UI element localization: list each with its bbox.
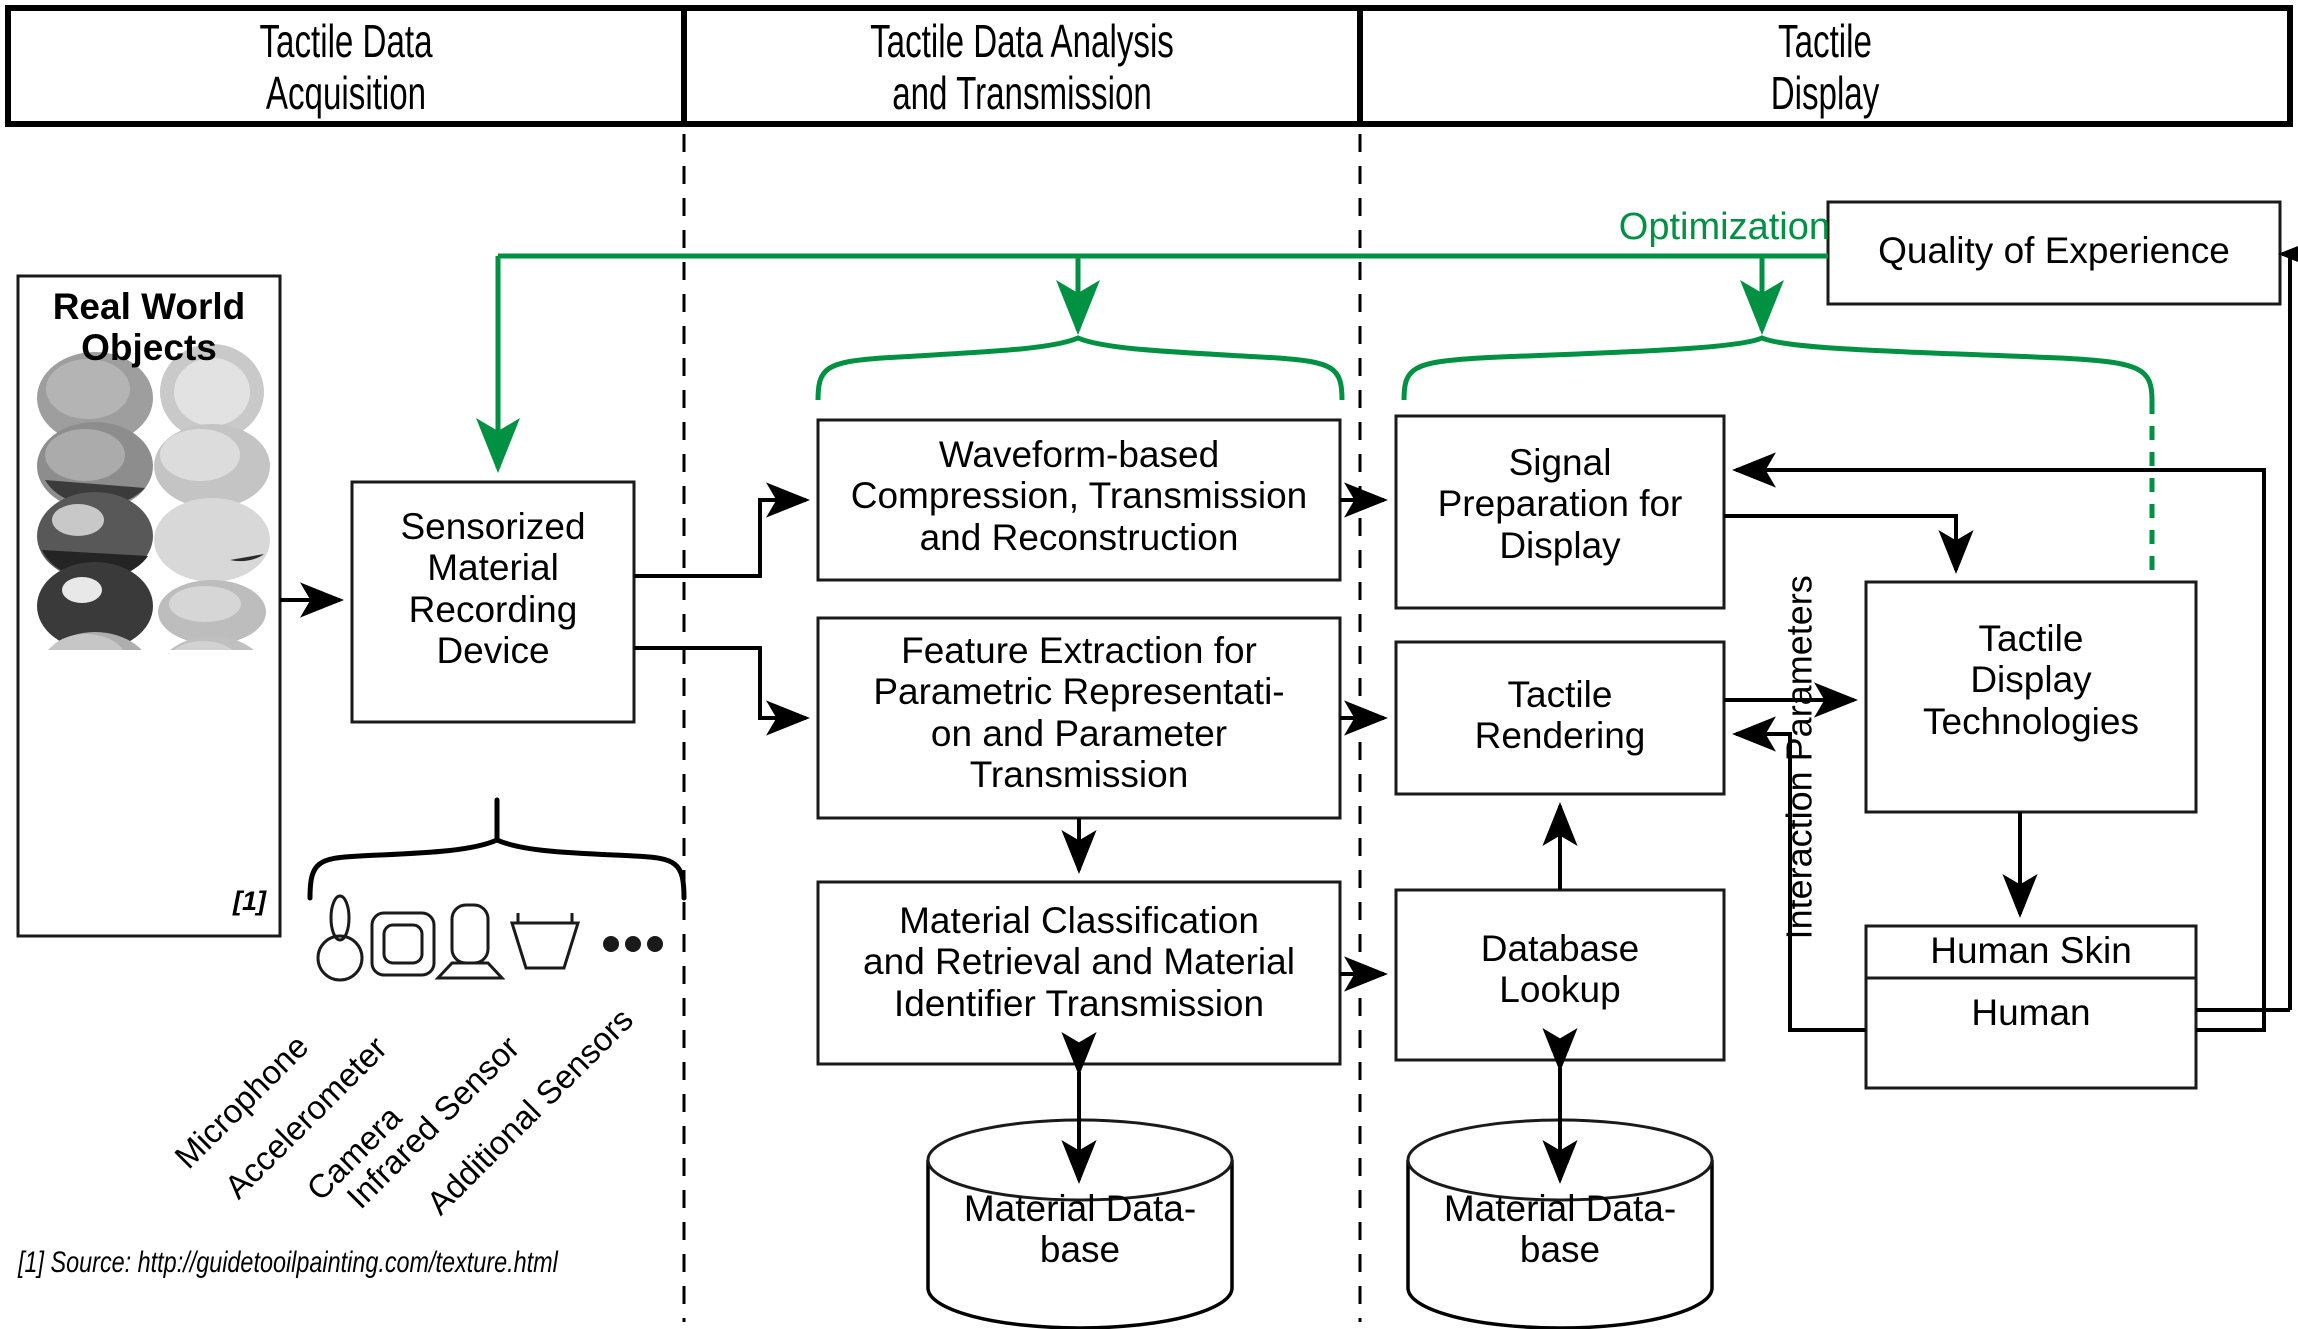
box-label-sensorized: Sensorized Material Recording Device	[400, 506, 586, 672]
diagram-canvas: Tactile Data Acquisition Tactile Data An…	[0, 0, 2298, 1329]
db-label-left: Material Data- base	[963, 1188, 1197, 1271]
real-world-objects-citation: [1]	[233, 886, 266, 916]
label-interaction-parameters-inner: Interaction Parameters	[1778, 575, 1820, 940]
microphone-icon	[316, 894, 364, 982]
box-label-human-skin: Human Skin	[1930, 930, 2132, 971]
column-title-analysis: Tactile Data Analysis and Transmission	[870, 15, 1174, 119]
column-title-display: Tactile Display	[1770, 15, 1880, 119]
label-optimization: Optimization	[1618, 206, 1830, 248]
infrared-sensor-icon	[509, 913, 581, 970]
sensor-brace	[307, 797, 687, 901]
box-label-classification: Material Classification and Retrieval an…	[863, 900, 1295, 1024]
db-label-right: Material Data- base	[1443, 1188, 1677, 1271]
box-label-db-lookup: Database Lookup	[1480, 928, 1640, 1011]
box-label-feature: Feature Extraction for Parametric Repres…	[873, 630, 1285, 796]
box-label-display-tech: Tactile Display Technologies	[1923, 618, 2139, 742]
footnote-source: [1] Source: http://guidetooilpainting.co…	[18, 1246, 558, 1279]
additional-sensors-ellipsis-icon	[603, 936, 663, 952]
camera-icon	[434, 903, 506, 980]
accelerometer-icon	[370, 911, 436, 977]
real-world-objects-title: Real World Objects	[52, 286, 246, 369]
box-label-waveform: Waveform-based Compression, Transmission…	[850, 434, 1308, 558]
box-label-signal-prep: Signal Preparation for Display	[1437, 442, 1683, 566]
box-label-human: Human	[1971, 992, 2091, 1033]
column-title-acquisition: Tactile Data Acquisition	[259, 15, 433, 119]
box-label-rendering: Tactile Rendering	[1474, 674, 1646, 757]
box-label-qoe: Quality of Experience	[1878, 230, 2230, 271]
